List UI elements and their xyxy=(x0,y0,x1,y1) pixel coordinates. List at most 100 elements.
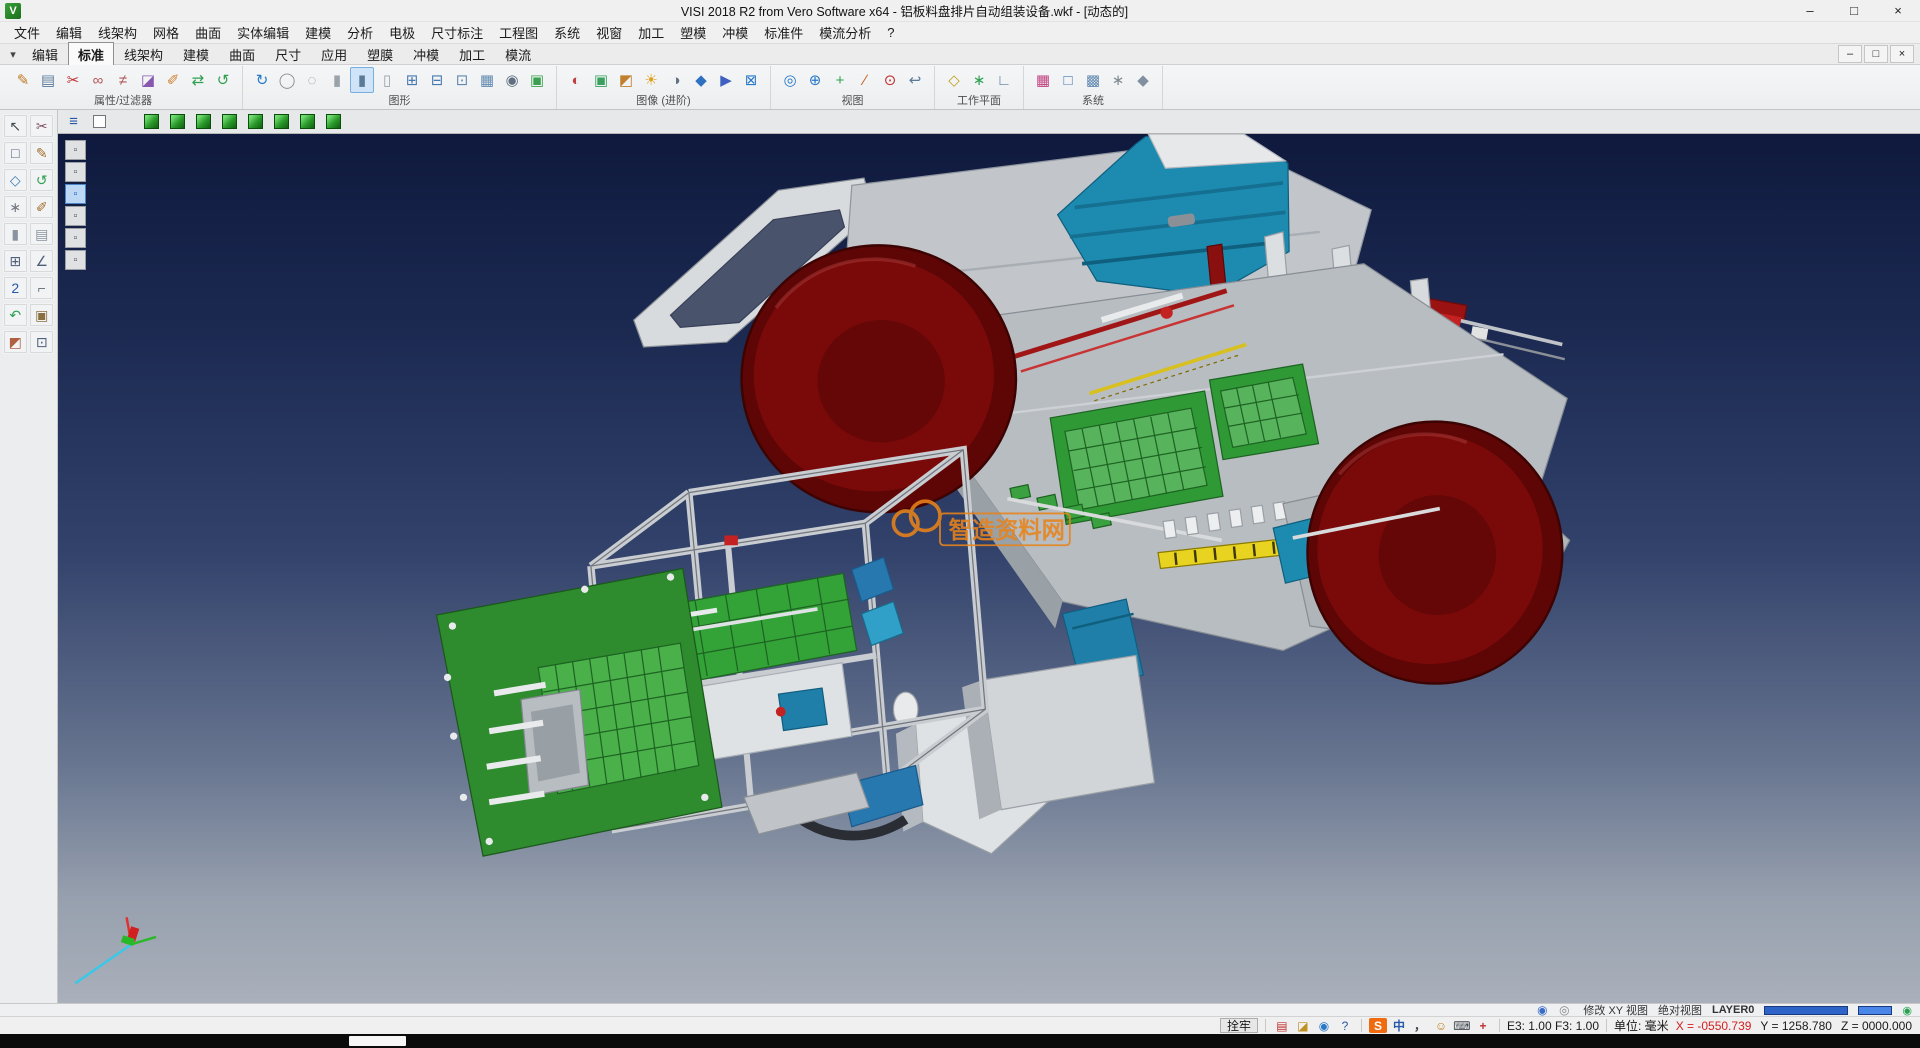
tab-flow[interactable]: 模流 xyxy=(495,42,541,67)
scene-icon[interactable]: ⊠ xyxy=(739,67,763,93)
shaded-icon[interactable]: ▮ xyxy=(325,67,349,93)
sketch-icon[interactable]: ✎ xyxy=(29,141,54,165)
menu-modeling[interactable]: 建模 xyxy=(297,22,339,43)
clipboard-icon[interactable]: ▣ xyxy=(29,303,54,327)
menu-wireframe[interactable]: 线架构 xyxy=(90,22,145,43)
status-folder-icon[interactable]: ◪ xyxy=(1294,1018,1312,1034)
scissors-icon[interactable]: ✂ xyxy=(61,67,85,93)
mdi-close-button[interactable]: × xyxy=(1890,45,1914,63)
filter-swap-icon[interactable]: ⇄ xyxy=(186,67,210,93)
menu-window[interactable]: 视窗 xyxy=(588,22,630,43)
monitor-icon[interactable]: □ xyxy=(1056,67,1080,93)
environment-icon[interactable]: ◆ xyxy=(689,67,713,93)
menu-standard-parts[interactable]: 标准件 xyxy=(756,22,811,43)
surface-icon[interactable]: ◇ xyxy=(3,168,28,192)
maximize-button[interactable]: □ xyxy=(1832,0,1876,22)
lang-chinese-icon[interactable]: 中 xyxy=(1390,1018,1408,1033)
sogou-icon[interactable]: S xyxy=(1369,1018,1387,1033)
axis-system-icon[interactable]: ∗ xyxy=(967,67,991,93)
front-view-icon[interactable] xyxy=(166,112,189,132)
tab-dropdown-icon[interactable]: ▾ xyxy=(4,48,22,61)
ruler-icon[interactable]: ⌐ xyxy=(29,276,54,300)
viewport-canvas[interactable]: 智造资料网 ▫▫▫▫▫▫ xyxy=(58,134,1920,1003)
workplane-icon[interactable]: ◇ xyxy=(942,67,966,93)
chain-break-icon[interactable]: ≠ xyxy=(111,67,135,93)
stereo-icon[interactable]: ◐ xyxy=(564,67,588,93)
tab-dimension[interactable]: 尺寸 xyxy=(265,42,311,67)
orbit-icon[interactable]: + xyxy=(828,67,852,93)
status-globe-icon[interactable]: ◉ xyxy=(1315,1018,1333,1034)
menu-system[interactable]: 系统 xyxy=(546,22,588,43)
regenerate-icon[interactable]: ↻ xyxy=(250,67,274,93)
tab-edit[interactable]: 编辑 xyxy=(22,42,68,67)
animation-icon[interactable]: ▶ xyxy=(714,67,738,93)
hq-render-icon[interactable]: ▣ xyxy=(589,67,613,93)
punctuation-icon[interactable]: ， xyxy=(1411,1018,1429,1033)
menu-mesh[interactable]: 网格 xyxy=(145,22,187,43)
draft-icon[interactable]: ✐ xyxy=(29,195,54,219)
tab-modeling[interactable]: 建模 xyxy=(173,42,219,67)
view-strip-button-2[interactable]: ▫ xyxy=(65,162,86,182)
target-icon[interactable]: ⊙ xyxy=(878,67,902,93)
keyboard-icon[interactable]: ⌨ xyxy=(1453,1018,1471,1033)
menu-machining[interactable]: 加工 xyxy=(630,22,672,43)
left-view-icon[interactable] xyxy=(218,112,241,132)
measure-icon[interactable]: ∕ xyxy=(853,67,877,93)
view-strip-button-3[interactable]: ▫ xyxy=(65,184,86,204)
palette-icon[interactable]: ◩ xyxy=(3,330,28,354)
tab-wireframe[interactable]: 线架构 xyxy=(114,42,173,67)
menu-surface[interactable]: 曲面 xyxy=(187,22,229,43)
menu-dimension[interactable]: 尺寸标注 xyxy=(423,22,491,43)
copy-icon[interactable]: ⊡ xyxy=(29,330,54,354)
taskbar[interactable] xyxy=(0,1034,1920,1048)
print-icon[interactable]: ▤ xyxy=(36,67,60,93)
zoom-window-icon[interactable]: ◎ xyxy=(778,67,802,93)
rotate-icon[interactable]: ↺ xyxy=(29,168,54,192)
viewport-menu-icon[interactable]: ≡ xyxy=(62,112,85,132)
menu-file[interactable]: 文件 xyxy=(6,22,48,43)
bounding-box-icon[interactable]: ⊞ xyxy=(400,67,424,93)
snap-settings-icon[interactable]: ▩ xyxy=(1081,67,1105,93)
multi-window-icon[interactable]: ⊟ xyxy=(425,67,449,93)
previous-view-icon[interactable]: ↩ xyxy=(903,67,927,93)
angle-icon[interactable]: ∠ xyxy=(29,249,54,273)
menu-analysis[interactable]: 分析 xyxy=(339,22,381,43)
right-view-icon[interactable] xyxy=(192,112,215,132)
close-button[interactable]: × xyxy=(1876,0,1920,22)
hidden-line-icon[interactable]: ◌ xyxy=(300,67,324,93)
plane-align-icon[interactable]: ∟ xyxy=(992,67,1016,93)
mdi-minimize-button[interactable]: – xyxy=(1838,45,1862,63)
eraser-icon[interactable]: ◪ xyxy=(136,67,160,93)
select-icon[interactable]: ↖ xyxy=(3,114,28,138)
offset-icon[interactable]: 2 xyxy=(3,276,28,300)
color-table-icon[interactable]: ▦ xyxy=(1031,67,1055,93)
brush-edit-icon[interactable]: ✎ xyxy=(11,67,35,93)
menu-die[interactable]: 冲模 xyxy=(714,22,756,43)
ime-tools-icon[interactable]: + xyxy=(1474,1018,1492,1033)
zoom-fit-icon[interactable]: ⊕ xyxy=(803,67,827,93)
wireframe-icon[interactable]: ◯ xyxy=(275,67,299,93)
tab-plastic[interactable]: 塑膜 xyxy=(357,42,403,67)
iso-view-icon[interactable] xyxy=(296,112,319,132)
filter-reset-icon[interactable]: ↺ xyxy=(211,67,235,93)
bottom-view-icon[interactable] xyxy=(270,112,293,132)
grid-display-icon[interactable]: ▦ xyxy=(475,67,499,93)
menu-drafting[interactable]: 工程图 xyxy=(491,22,546,43)
new-viewport-icon[interactable] xyxy=(88,112,111,132)
status-doc-icon[interactable]: ▤ xyxy=(1273,1018,1291,1034)
emoji-icon[interactable]: ☺ xyxy=(1432,1018,1450,1033)
mdi-restore-button[interactable]: □ xyxy=(1864,45,1888,63)
view-strip-button-1[interactable]: ▫ xyxy=(65,140,86,160)
menu-mold[interactable]: 塑模 xyxy=(672,22,714,43)
rectangle-icon[interactable]: □ xyxy=(3,141,28,165)
tab-die[interactable]: 冲模 xyxy=(403,42,449,67)
layer-label[interactable]: LAYER0 xyxy=(1712,1004,1754,1016)
perspective-icon[interactable]: ◆ xyxy=(1131,67,1155,93)
shaded-edges-icon[interactable]: ▮ xyxy=(350,67,374,93)
flat-shaded-icon[interactable]: ▯ xyxy=(375,67,399,93)
taskbar-item[interactable] xyxy=(349,1036,406,1046)
cylinder-icon[interactable]: ▮ xyxy=(3,222,28,246)
view-strip-button-6[interactable]: ▫ xyxy=(65,250,86,270)
back-view-icon[interactable] xyxy=(244,112,267,132)
gallery-icon[interactable]: ▣ xyxy=(525,67,549,93)
